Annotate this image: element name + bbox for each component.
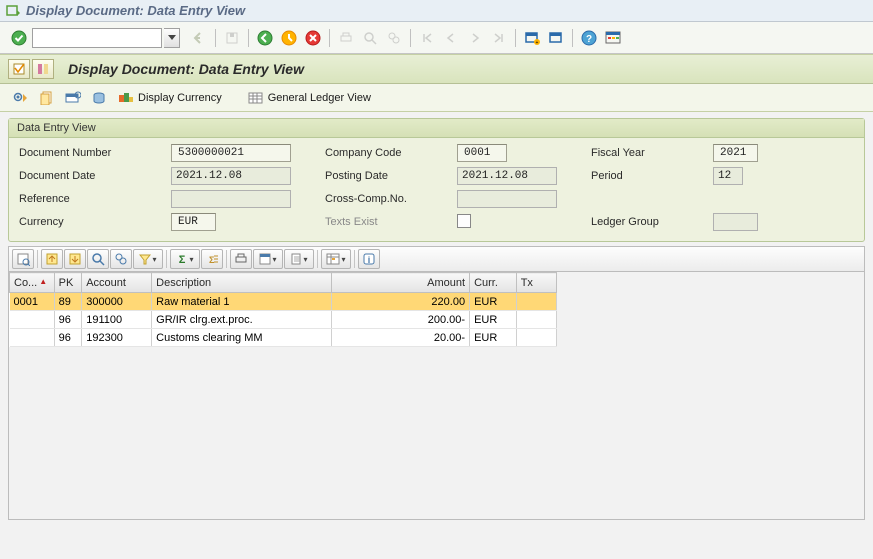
view-button[interactable]: ▾ [253,249,283,269]
fiscal-year-label: Fiscal Year [591,147,711,159]
app-header: Display Document: Data Entry View [0,54,873,84]
window-title: Display Document: Data Entry View [26,3,245,18]
display-header-button[interactable] [62,87,84,109]
sort-asc-button[interactable] [41,249,63,269]
doc-number-field[interactable]: 5300000021 [171,144,291,162]
col-curr[interactable]: Curr. [470,273,517,293]
other-document-button[interactable] [36,87,58,109]
menu-icon[interactable] [6,4,20,18]
filter-button[interactable]: ▾ [133,249,163,269]
posting-date-field[interactable]: 2021.12.08 [457,167,557,185]
choose-button[interactable] [8,59,30,79]
col-tx[interactable]: Tx [516,273,556,293]
exit-button[interactable] [278,27,300,49]
taxes-button[interactable] [88,87,110,109]
details-button[interactable] [12,249,34,269]
first-page-button [416,27,438,49]
sum-button[interactable]: Σ▾ [170,249,200,269]
col-pk[interactable]: PK [54,273,82,293]
period-label: Period [591,170,711,182]
ledger-group-label: Ledger Group [591,216,711,228]
info-button[interactable]: i [358,249,380,269]
col-account[interactable]: Account [82,273,152,293]
svg-text:?: ? [586,34,592,45]
find-next-alv-button[interactable] [110,249,132,269]
sort-desc-button[interactable] [64,249,86,269]
enter-button[interactable] [8,27,30,49]
reference-label: Reference [19,193,169,205]
reference-field[interactable] [171,190,291,208]
application-toolbar: Display Currency General Ledger View [0,84,873,112]
display-currency-button[interactable]: Display Currency [114,89,226,107]
company-code-field[interactable]: 0001 [457,144,507,162]
general-ledger-view-button[interactable]: General Ledger View [244,89,375,107]
save-button [221,27,243,49]
cross-comp-label: Cross-Comp.No. [325,193,455,205]
doc-date-label: Document Date [19,170,169,182]
texts-exist-label: Texts Exist [325,216,455,228]
help-back-icon [188,27,210,49]
window-title-bar: Display Document: Data Entry View [0,0,873,22]
ledger-group-field[interactable] [713,213,758,231]
layout-button[interactable]: ▾ [321,249,351,269]
list-button[interactable] [32,59,54,79]
find-button [359,27,381,49]
back-button[interactable] [254,27,276,49]
col-company[interactable]: Co...▲ [10,273,55,293]
alv-grid-container: Co...▲ PK Account Description Amount Cur… [8,272,865,520]
find-next-button [383,27,405,49]
alv-toolbar: ▾ Σ▾ Σ ▾ ▾ ▾ i [8,246,865,272]
period-field[interactable]: 12 [713,167,743,185]
currency-field[interactable]: EUR [171,213,216,231]
command-field[interactable] [32,28,162,48]
cancel-button[interactable] [302,27,324,49]
currency-label: Currency [19,216,169,228]
customize-layout-button[interactable] [602,27,624,49]
prev-page-button [440,27,462,49]
print-alv-button[interactable] [230,249,252,269]
panel-title: Data Entry View [9,119,864,138]
col-amount[interactable]: Amount [332,273,470,293]
table-row[interactable]: 0001 89 300000 Raw material 1 220.00 EUR [10,293,557,311]
standard-toolbar: + ? [0,22,873,54]
data-entry-panel: Data Entry View Document Number 53000000… [8,118,865,242]
svg-text:+: + [536,40,539,45]
page-title: Display Document: Data Entry View [68,61,304,77]
subtotal-button[interactable]: Σ [201,249,223,269]
help-button[interactable]: ? [578,27,600,49]
line-items-table[interactable]: Co...▲ PK Account Description Amount Cur… [9,272,557,347]
currency-icon [118,91,134,105]
col-description[interactable]: Description [152,273,332,293]
svg-text:i: i [368,255,371,265]
change-display-button[interactable] [10,87,32,109]
company-code-label: Company Code [325,147,455,159]
print-button [335,27,357,49]
command-field-dropdown[interactable] [164,28,180,48]
posting-date-label: Posting Date [325,170,455,182]
table-row[interactable]: 96 192300 Customs clearing MM 20.00- EUR [10,329,557,347]
display-currency-label: Display Currency [138,92,222,104]
export-button[interactable]: ▾ [284,249,314,269]
ledger-icon [248,91,264,105]
fiscal-year-field[interactable]: 2021 [713,144,758,162]
generate-shortcut-button[interactable] [545,27,567,49]
general-ledger-view-label: General Ledger View [268,92,371,104]
doc-number-label: Document Number [19,147,169,159]
find-alv-button[interactable] [87,249,109,269]
next-page-button [464,27,486,49]
new-session-button[interactable]: + [521,27,543,49]
table-row[interactable]: 96 191100 GR/IR clrg.ext.proc. 200.00- E… [10,311,557,329]
cross-comp-field[interactable] [457,190,557,208]
svg-text:Σ: Σ [179,254,186,265]
last-page-button [488,27,510,49]
doc-date-field[interactable]: 2021.12.08 [171,167,291,185]
texts-exist-checkbox [457,214,471,228]
